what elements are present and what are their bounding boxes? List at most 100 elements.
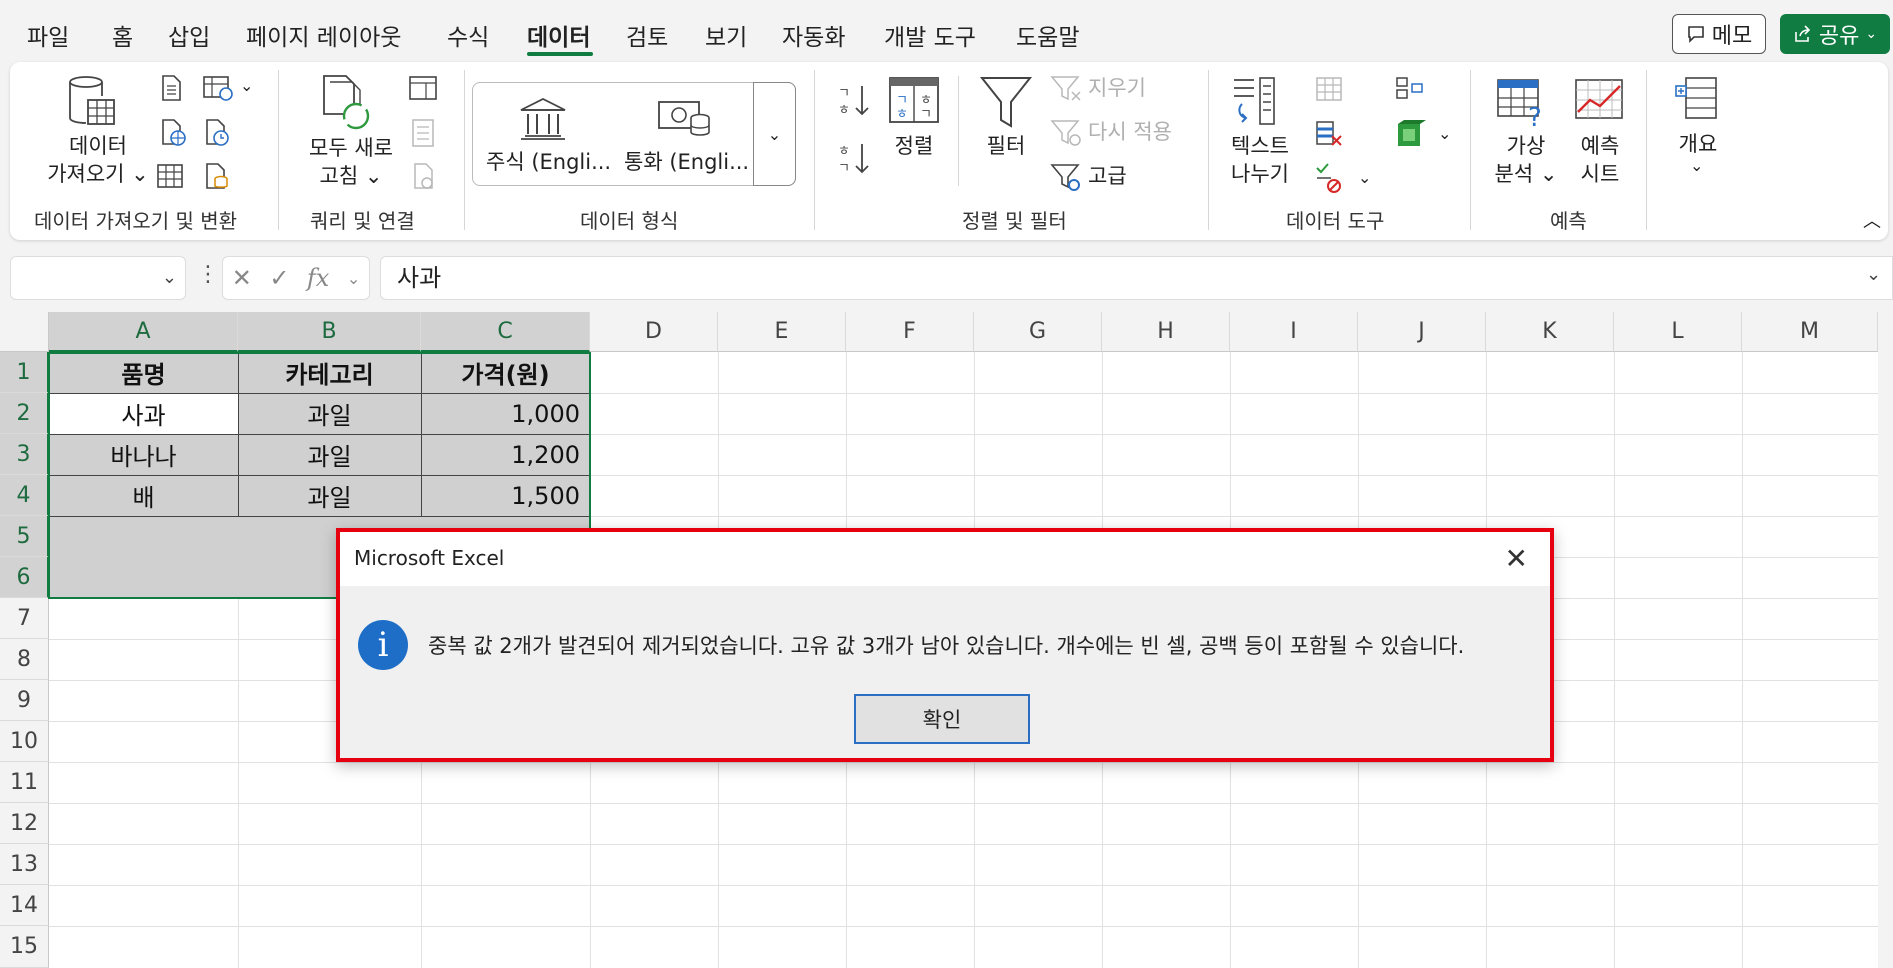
what-if-analysis-icon[interactable]: ?	[1494, 74, 1550, 130]
refresh-all-label-2[interactable]: 고침 ⌄	[296, 162, 406, 190]
row-header-12[interactable]: 12	[0, 803, 49, 844]
consolidate-icon[interactable]	[1394, 74, 1426, 102]
table-cell[interactable]: 1,000	[421, 393, 590, 434]
row-header-6[interactable]: 6	[0, 557, 49, 598]
column-header-e[interactable]: E	[718, 312, 846, 352]
table-header-cell[interactable]: 품명	[49, 352, 238, 393]
currency-icon[interactable]	[656, 96, 712, 140]
clear-label[interactable]: 지우기	[1088, 74, 1146, 102]
what-if-label-2[interactable]: 분석 ⌄	[1486, 160, 1566, 188]
database-icon[interactable]	[66, 74, 118, 130]
chevron-down-icon[interactable]: ⌄	[1358, 168, 1371, 187]
sort-label[interactable]: 정렬	[886, 132, 942, 160]
flash-fill-icon[interactable]	[1314, 74, 1344, 104]
database-small-icon[interactable]	[202, 162, 232, 192]
tab-insert[interactable]: 삽입	[168, 18, 210, 52]
column-header-l[interactable]: L	[1614, 312, 1742, 352]
reapply-icon[interactable]	[1050, 118, 1084, 148]
edit-links-icon[interactable]	[410, 162, 440, 192]
select-all-corner[interactable]	[0, 312, 49, 352]
row-header-3[interactable]: 3	[0, 434, 49, 475]
chevron-down-icon[interactable]: ⌄	[1438, 124, 1451, 143]
filter-label[interactable]: 필터	[976, 132, 1036, 160]
forecast-sheet-label-2[interactable]: 시트	[1566, 160, 1634, 188]
column-header-k[interactable]: K	[1486, 312, 1614, 352]
table-cell[interactable]: 바나나	[49, 434, 238, 475]
expand-formula-bar-icon[interactable]: ⌄	[1866, 264, 1881, 285]
more-options-icon[interactable]: ⋮	[197, 262, 219, 287]
memo-button[interactable]: 메모	[1672, 14, 1766, 54]
chevron-down-icon[interactable]: ⌄	[347, 269, 360, 288]
stocks-bank-icon[interactable]	[518, 96, 568, 140]
column-header-m[interactable]: M	[1742, 312, 1878, 352]
formula-input[interactable]: 사과	[380, 256, 1893, 300]
tab-data[interactable]: 데이터	[527, 18, 590, 52]
tab-formulas[interactable]: 수식	[447, 18, 489, 52]
insert-function-icon[interactable]: fx	[307, 264, 329, 292]
column-header-i[interactable]: I	[1230, 312, 1358, 352]
table-cell[interactable]: 사과	[49, 393, 238, 434]
table-cell[interactable]: 과일	[238, 475, 421, 516]
chevron-down-icon[interactable]: ⌄	[1690, 156, 1703, 175]
filter-funnel-icon[interactable]	[978, 74, 1034, 132]
table-cell[interactable]: 과일	[238, 434, 421, 475]
reapply-label[interactable]: 다시 적용	[1088, 118, 1172, 146]
row-header-1[interactable]: 1	[0, 352, 49, 393]
row-header-8[interactable]: 8	[0, 639, 49, 680]
cancel-icon[interactable]: ✕	[232, 264, 252, 292]
data-validation-icon[interactable]	[1314, 162, 1344, 194]
refresh-all-icon[interactable]	[320, 74, 372, 132]
enter-check-icon[interactable]: ✓	[269, 264, 289, 292]
get-data-label[interactable]: 데이터	[58, 132, 138, 160]
collapse-ribbon-icon[interactable]: ︿	[1863, 207, 1881, 233]
get-data-label-2[interactable]: 가져오기 ⌄	[38, 160, 158, 188]
what-if-label[interactable]: 가상	[1486, 132, 1566, 160]
tab-view[interactable]: 보기	[705, 18, 747, 52]
tab-help[interactable]: 도움말	[1016, 18, 1079, 52]
queries-connections-icon[interactable]	[408, 74, 438, 102]
tab-page-layout[interactable]: 페이지 레이아웃	[246, 18, 401, 52]
tab-file[interactable]: 파일	[27, 18, 69, 52]
outline-label[interactable]: 개요	[1666, 130, 1730, 158]
sort-dialog-icon[interactable]: ㄱㅎ ㅎㄱ	[886, 74, 942, 130]
column-header-c[interactable]: C	[421, 312, 590, 352]
column-header-d[interactable]: D	[590, 312, 718, 352]
text-csv-icon[interactable]	[158, 74, 184, 102]
name-box[interactable]: ⌄	[10, 256, 186, 300]
row-header-11[interactable]: 11	[0, 762, 49, 803]
column-header-b[interactable]: B	[238, 312, 421, 352]
ok-button[interactable]: 확인	[854, 694, 1030, 744]
column-header-f[interactable]: F	[846, 312, 974, 352]
row-header-5[interactable]: 5	[0, 516, 49, 557]
outline-icon[interactable]	[1674, 74, 1722, 124]
chevron-down-icon[interactable]: ⌄	[240, 76, 253, 95]
currency-label[interactable]: 통화 (Engli...	[624, 148, 749, 176]
stocks-label[interactable]: 주식 (Engli...	[486, 148, 611, 176]
vertical-scrollbar[interactable]	[1878, 312, 1893, 968]
close-icon[interactable]: ✕	[1505, 542, 1528, 575]
row-header-2[interactable]: 2	[0, 393, 49, 434]
row-header-9[interactable]: 9	[0, 680, 49, 721]
row-header-14[interactable]: 14	[0, 885, 49, 926]
sort-descending-icon[interactable]: ㅎㄱ	[834, 138, 878, 178]
sort-ascending-icon[interactable]: ㄱㅎ	[834, 80, 878, 120]
table-header-cell[interactable]: 카테고리	[238, 352, 421, 393]
data-model-icon[interactable]	[1394, 118, 1426, 150]
advanced-label[interactable]: 고급	[1088, 162, 1127, 190]
existing-connections-icon[interactable]	[202, 118, 232, 148]
from-web-icon[interactable]	[158, 118, 188, 146]
row-header-13[interactable]: 13	[0, 844, 49, 885]
tab-automate[interactable]: 자동화	[782, 18, 845, 52]
chevron-down-icon[interactable]: ⌄	[162, 267, 177, 288]
text-to-columns-label-2[interactable]: 나누기	[1220, 160, 1300, 188]
row-header-15[interactable]: 15	[0, 926, 49, 968]
tab-developer[interactable]: 개발 도구	[884, 18, 976, 52]
from-table-icon[interactable]	[156, 162, 186, 190]
share-button[interactable]: 공유 ⌄	[1780, 14, 1890, 54]
clear-filter-icon[interactable]	[1050, 74, 1084, 104]
text-to-columns-label[interactable]: 텍스트	[1220, 132, 1300, 160]
tab-review[interactable]: 검토	[626, 18, 668, 52]
column-header-h[interactable]: H	[1102, 312, 1230, 352]
properties-icon[interactable]	[410, 118, 438, 148]
forecast-sheet-icon[interactable]	[1572, 74, 1628, 126]
